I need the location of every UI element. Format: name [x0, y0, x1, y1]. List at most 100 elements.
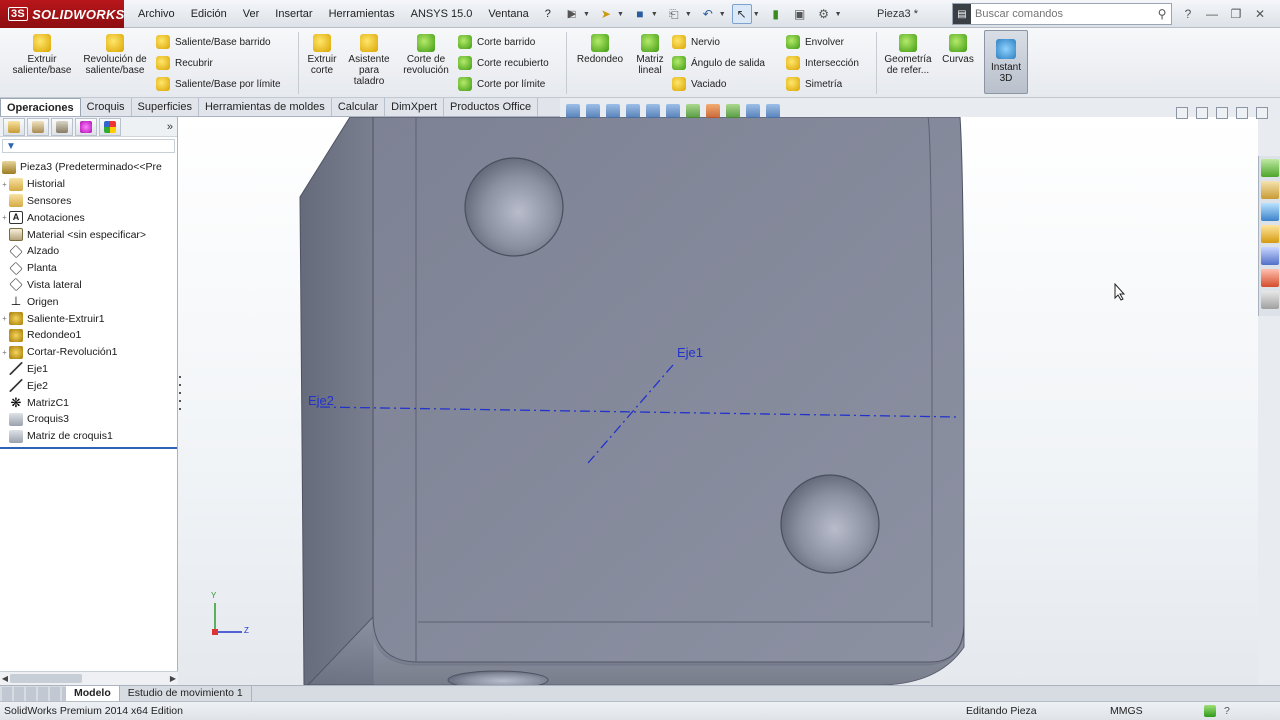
tree-item-matrizc1[interactable]: ❋ MatrizC1 — [0, 394, 177, 411]
tab-operaciones[interactable]: Operaciones — [0, 98, 81, 116]
tree-item-material[interactable]: Material <sin especificar> — [0, 226, 177, 243]
tree-item-origen[interactable]: ⊥ Origen — [0, 293, 177, 310]
expand-icon[interactable]: + — [0, 314, 9, 323]
tree-item-planta[interactable]: Planta — [0, 260, 177, 277]
tab-scroll-buttons[interactable] — [2, 686, 66, 701]
tree-item-saliente-extruir1[interactable]: + Saliente-Extruir1 — [0, 310, 177, 327]
solidworks-forum-icon[interactable] — [1261, 291, 1279, 309]
search-icon[interactable]: ⚲ — [1153, 7, 1171, 21]
appearances-icon[interactable] — [1261, 247, 1279, 265]
boundary-cut-button[interactable]: Corte por límite — [458, 76, 545, 92]
solidworks-resources-icon[interactable] — [1261, 159, 1279, 177]
tree-item-alzado[interactable]: Alzado — [0, 243, 177, 260]
more-tabs-icon[interactable]: » — [167, 121, 173, 133]
menu-archivo[interactable]: Archivo — [130, 0, 183, 28]
fillet-button[interactable]: Redondeo — [572, 34, 628, 65]
tab-dimxpert[interactable]: DimXpert — [385, 98, 445, 116]
display-style-icon[interactable] — [666, 104, 680, 118]
options-icon[interactable]: ⚙ — [814, 4, 834, 24]
display-manager-tab[interactable] — [99, 117, 121, 136]
save-icon[interactable]: ■ — [630, 4, 650, 24]
restore-icon[interactable]: ❐ — [1228, 6, 1244, 22]
swept-boss-button[interactable]: Saliente/Base barrido — [156, 34, 271, 50]
menu-ver[interactable]: Ver — [235, 0, 268, 28]
lofted-boss-button[interactable]: Recubrir — [156, 55, 213, 71]
status-units[interactable]: MMGS — [1110, 702, 1143, 720]
hole-wizard-button[interactable]: Asistente para taladro — [344, 34, 394, 87]
tab-modelo[interactable]: Modelo — [66, 686, 120, 701]
graphics-area[interactable]: Eje1 Eje2 Y Z — [178, 117, 1258, 685]
view-orientation-icon[interactable] — [646, 104, 660, 118]
display-pane-icon[interactable] — [766, 104, 780, 118]
tab-calcular[interactable]: Calcular — [332, 98, 386, 116]
tile-icon[interactable] — [1176, 107, 1188, 119]
help-icon[interactable]: ? — [1180, 6, 1196, 22]
tree-filter[interactable]: ▼ — [2, 139, 175, 153]
minimize-icon[interactable]: — — [1204, 6, 1220, 22]
tree-item-eje2[interactable]: Eje2 — [0, 377, 177, 394]
search-input[interactable] — [971, 8, 1153, 20]
new-document-icon[interactable]: □ — [562, 4, 582, 24]
tab-productos-office[interactable]: Productos Office — [444, 98, 539, 116]
axis-eje2-label[interactable]: Eje2 — [308, 393, 334, 408]
doc-close-icon[interactable] — [1256, 107, 1268, 119]
tree-item-historial[interactable]: + Historial — [0, 176, 177, 193]
menu-edicion[interactable]: Edición — [183, 0, 235, 28]
tab-superficies[interactable]: Superficies — [132, 98, 199, 116]
tree-item-matriz-croquis1[interactable]: Matriz de croquis1 — [0, 428, 177, 445]
dice-model[interactable] — [178, 117, 1258, 685]
axis-eje1-label[interactable]: Eje1 — [677, 345, 703, 360]
draft-button[interactable]: Ángulo de salida — [672, 55, 765, 71]
zoom-to-area-icon[interactable] — [586, 104, 600, 118]
tree-item-eje1[interactable]: Eje1 — [0, 361, 177, 378]
tab-herramientas-moldes[interactable]: Herramientas de moldes — [199, 98, 332, 116]
doc-minimize-icon[interactable] — [1216, 107, 1228, 119]
tree-item-croquis3[interactable]: Croquis3 — [0, 411, 177, 428]
section-view-icon[interactable] — [626, 104, 640, 118]
scroll-left-icon[interactable]: ◀ — [0, 672, 10, 685]
file-explorer-icon[interactable] — [1261, 203, 1279, 221]
shell-button[interactable]: Vaciado — [672, 76, 726, 92]
custom-properties-icon[interactable] — [1261, 269, 1279, 287]
swept-cut-button[interactable]: Corte barrido — [458, 34, 535, 50]
menu-herramientas[interactable]: Herramientas — [321, 0, 403, 28]
intersect-button[interactable]: Intersección — [786, 55, 859, 71]
tree-item-part[interactable]: Pieza3 (Predeterminado<<Pre — [0, 159, 177, 176]
tree-item-anotaciones[interactable]: + A Anotaciones — [0, 209, 177, 226]
tab-estudio-movimiento[interactable]: Estudio de movimiento 1 — [120, 686, 252, 701]
instant3d-button[interactable]: Instant 3D — [984, 30, 1028, 94]
doc-restore-icon[interactable] — [1236, 107, 1248, 119]
extrude-boss-button[interactable]: Extruir saliente/base — [8, 34, 76, 76]
view-palette-icon[interactable] — [1261, 225, 1279, 243]
tab-croquis[interactable]: Croquis — [81, 98, 132, 116]
menu-help[interactable]: ? — [537, 0, 559, 28]
property-manager-tab[interactable] — [27, 117, 49, 136]
wrap-button[interactable]: Envolver — [786, 34, 844, 50]
close-icon[interactable]: ✕ — [1252, 6, 1268, 22]
rebuild-status-icon[interactable] — [1204, 705, 1216, 717]
edit-appearance-icon[interactable] — [706, 104, 720, 118]
expand-icon[interactable]: + — [0, 348, 9, 357]
extrude-cut-button[interactable]: Extruir corte — [302, 34, 342, 76]
cascade-icon[interactable] — [1196, 107, 1208, 119]
configuration-manager-tab[interactable] — [51, 117, 73, 136]
rib-button[interactable]: Nervio — [672, 34, 720, 50]
print-icon[interactable]: ⎗ — [664, 4, 684, 24]
panel-splitter[interactable] — [177, 376, 183, 410]
help-status-icon[interactable]: ? — [1224, 702, 1230, 720]
file-properties-icon[interactable]: ▣ — [790, 4, 810, 24]
menu-insertar[interactable]: Insertar — [267, 0, 320, 28]
horizontal-scrollbar[interactable]: ◀ ▶ — [0, 671, 178, 685]
select-pointer-icon[interactable]: ↖ — [731, 4, 752, 24]
tree-item-cortar-revolucion1[interactable]: + Cortar-Revolución1 — [0, 344, 177, 361]
menu-ansys[interactable]: ANSYS 15.0 — [403, 0, 481, 28]
expand-icon[interactable]: + — [0, 180, 9, 189]
undo-icon[interactable]: ↶ — [698, 4, 718, 24]
apply-scene-icon[interactable] — [726, 104, 740, 118]
scroll-thumb[interactable] — [10, 674, 82, 683]
tree-item-sensores[interactable]: Sensores — [0, 193, 177, 210]
open-folder-icon[interactable]: ➤ — [596, 4, 616, 24]
tree-item-vista-lateral[interactable]: Vista lateral — [0, 277, 177, 294]
solidworks-logo[interactable]: 3S SOLIDWORKS — [0, 0, 124, 28]
revolve-boss-button[interactable]: Revolución de saliente/base — [80, 34, 150, 76]
